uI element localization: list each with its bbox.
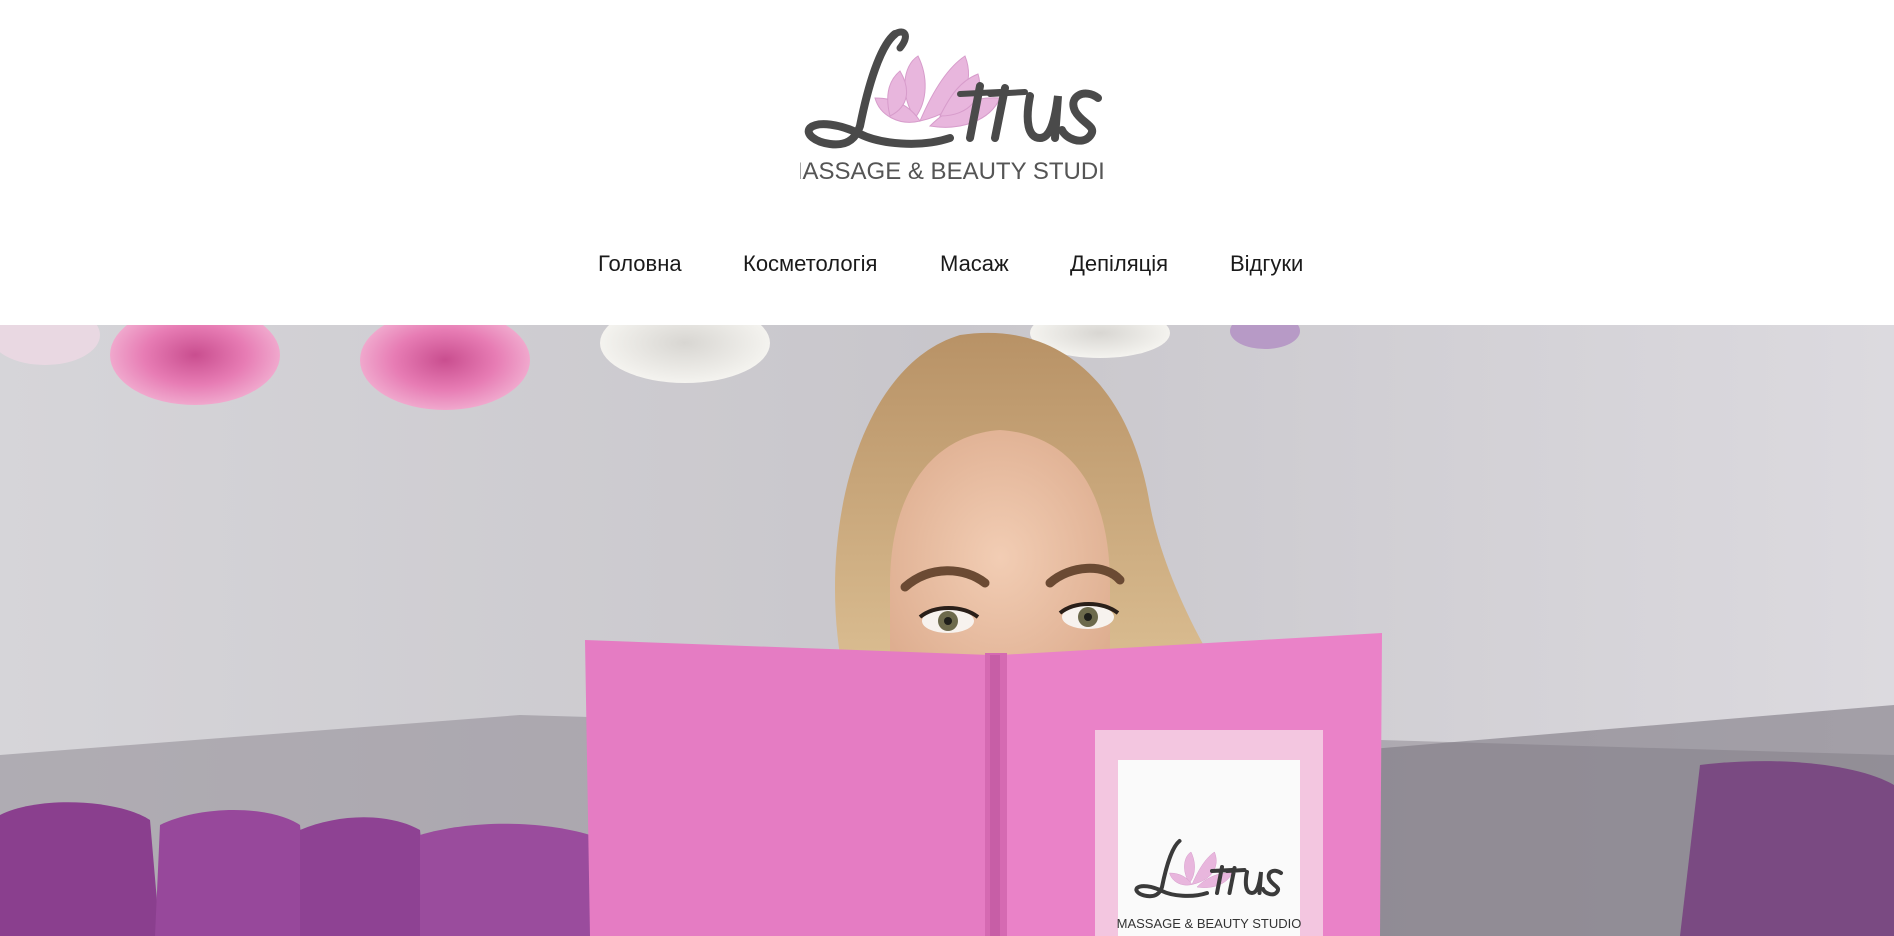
nav-item-home[interactable]: Головна [598, 244, 682, 284]
nav-item-cosmetology[interactable]: Косметологія [743, 244, 877, 284]
hero-banner: MASSAGE & BEAUTY STUDIO [0, 325, 1894, 936]
nav-item-massage[interactable]: Масаж [940, 244, 1009, 284]
site-header: MASSAGE & BEAUTY STUDIO Головна Косметол… [0, 0, 1894, 325]
book-logo-tagline: MASSAGE & BEAUTY STUDIO [1117, 916, 1302, 931]
site-logo[interactable]: MASSAGE & BEAUTY STUDIO [783, 26, 1123, 186]
main-navigation: Головна Косметологія Масаж Депіляція Від… [0, 244, 1894, 284]
logo-tagline: MASSAGE & BEAUTY STUDIO [800, 158, 1106, 185]
nav-item-reviews[interactable]: Відгуки [1230, 244, 1303, 284]
nav-item-depilation[interactable]: Депіляція [1070, 244, 1168, 284]
hero-photo-icon: MASSAGE & BEAUTY STUDIO [0, 325, 1894, 936]
lotus-logo-icon: MASSAGE & BEAUTY STUDIO [783, 28, 1123, 185]
